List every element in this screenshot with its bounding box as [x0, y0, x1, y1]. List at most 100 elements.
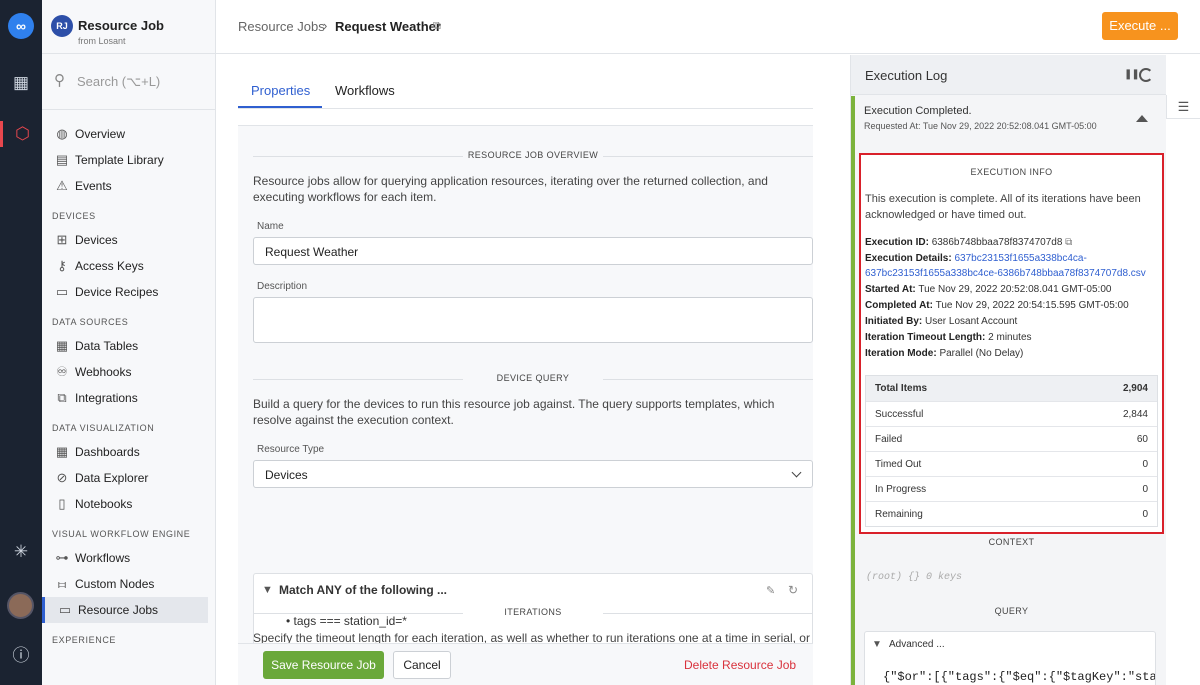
execution-log-panel: Execution Log ❚❚ Execution Completed. Re… [850, 55, 1166, 685]
tab-bar: Properties Workflows [238, 75, 813, 109]
section-title-overview: RESOURCE JOB OVERVIEW [253, 150, 813, 164]
tab-workflows[interactable]: Workflows [335, 83, 395, 98]
list-toggle-icon[interactable]: ☰ [1166, 95, 1200, 119]
advanced-query-code: {"$or":[{"tags":{"$eq":{"$tagKey":"stat [883, 670, 1156, 684]
search-bar[interactable]: ⚲ Search (⌥+L) [42, 54, 215, 110]
edit-icon[interactable]: ✎ [766, 584, 775, 597]
sidebar-item-webhooks[interactable]: ♾ Webhooks [42, 359, 216, 385]
stat-label: Total Items [875, 383, 928, 394]
sidebar: RJ Resource Job from Losant ⚲ Search (⌥+… [42, 0, 216, 685]
main-content: Properties Workflows RESOURCE JOB OVERVI… [216, 55, 850, 685]
breadcrumb-separator: › [323, 18, 328, 33]
sidebar-item-data-tables[interactable]: ▦ Data Tables [42, 333, 216, 359]
delete-button[interactable]: Delete Resource Job [684, 658, 796, 672]
key-icon: ⚷ [57, 258, 67, 273]
stat-label: Timed Out [875, 459, 922, 470]
properties-form: RESOURCE JOB OVERVIEW Resource jobs allo… [238, 125, 813, 685]
table-row: Remaining 0 [866, 501, 1157, 526]
filter-icon: ▼ [262, 584, 273, 596]
cancel-button[interactable]: Cancel [393, 651, 451, 679]
log-entry-title: Execution Completed. [864, 105, 972, 117]
network-icon[interactable]: ✳ [0, 539, 42, 565]
sidebar-item-dashboards[interactable]: ▦ Dashboards [42, 439, 216, 465]
execution-id-value: 6386b748bbaa78f8374707d8 [931, 237, 1063, 248]
sidebar-item-devices[interactable]: ⊞ Devices [42, 227, 216, 253]
help-icon[interactable]: ⓘ [0, 643, 42, 669]
sidebar-item-overview[interactable]: ◍ Overview [42, 121, 216, 147]
completed-at-row: Completed At: Tue Nov 29, 2022 20:54:15.… [865, 298, 1162, 313]
execution-id-label: Execution ID: [865, 237, 929, 248]
sidebar-item-notebooks[interactable]: ▯ Notebooks [42, 491, 216, 517]
resource-type-select[interactable]: Devices [253, 460, 813, 488]
status-bar [851, 96, 855, 685]
section-heading-devices: DEVICES [52, 211, 96, 221]
initiated-by-value: User Losant Account [925, 316, 1018, 327]
table-row: Timed Out 0 [866, 451, 1157, 476]
sidebar-item-workflows[interactable]: ⊶ Workflows [42, 545, 216, 571]
save-button[interactable]: Save Resource Job [263, 651, 384, 679]
execution-info-title: EXECUTION INFO [970, 167, 1053, 177]
stat-value: 0 [1142, 459, 1148, 470]
sidebar-item-custom-nodes[interactable]: ⧦ Custom Nodes [42, 571, 216, 597]
page-title: Request Weather [335, 19, 441, 34]
timeout-value: 2 minutes [988, 332, 1032, 343]
execution-info-description: This execution is complete. All of its i… [865, 193, 1141, 221]
mode-label: Iteration Mode: [865, 348, 937, 359]
table-row: Failed 60 [866, 426, 1157, 451]
tab-properties[interactable]: Properties [251, 83, 310, 98]
started-at-value: Tue Nov 29, 2022 20:52:08.041 GMT-05:00 [918, 284, 1112, 295]
stat-label: In Progress [875, 484, 927, 495]
form-footer: Save Resource Job Cancel Delete Resource… [238, 643, 813, 685]
sidebar-item-access-keys[interactable]: ⚷ Access Keys [42, 253, 216, 279]
sidebar-item-events[interactable]: ⚠ Events [42, 173, 216, 199]
name-field[interactable]: Request Weather [253, 237, 813, 265]
advanced-query-box: ▼ Advanced ... {"$or":[{"tags":{"$eq":{"… [864, 631, 1156, 685]
stat-value: 2,904 [1122, 383, 1148, 394]
breadcrumb-parent[interactable]: Resource Jobs [238, 19, 325, 34]
webhook-icon: ♾ [56, 364, 68, 379]
sidebar-item-data-explorer[interactable]: ⊘ Data Explorer [42, 465, 216, 491]
section-title-device-query: DEVICE QUERY [253, 373, 813, 387]
notebook-icon: ▯ [58, 496, 66, 511]
collapse-caret-icon[interactable] [1136, 115, 1148, 122]
section-heading-experience: EXPERIENCE [52, 635, 117, 645]
overview-description: Resource jobs allow for querying applica… [253, 174, 768, 204]
initiated-by-row: Initiated By: User Losant Account [865, 314, 1162, 329]
pause-icon[interactable]: ❚❚ [1124, 69, 1140, 80]
loading-spinner-icon [1139, 68, 1153, 82]
app-badge: RJ [51, 15, 73, 37]
chip-icon: ⊞ [56, 232, 68, 247]
sidebar-item-template-library[interactable]: ▤ Template Library [42, 147, 216, 173]
avatar[interactable] [7, 592, 34, 619]
log-entry-header[interactable]: Execution Completed. Requested At: Tue N… [864, 105, 1154, 131]
sidebar-item-integrations[interactable]: ⧉ Integrations [42, 385, 216, 411]
execution-details-label: Execution Details: [865, 253, 952, 264]
application-header[interactable]: RJ Resource Job from Losant [42, 0, 215, 54]
execution-info-box: EXECUTION INFO This execution is complet… [859, 153, 1164, 534]
refresh-icon[interactable]: ↻ [788, 583, 798, 597]
search-input[interactable]: Search (⌥+L) [77, 74, 160, 90]
losant-logo-icon[interactable]: ∞ [8, 13, 34, 39]
app-name: Resource Job [78, 18, 164, 33]
copy-id-icon[interactable]: ⧉ [1065, 237, 1072, 248]
section-title-iterations: ITERATIONS [253, 607, 813, 621]
application-cube-icon[interactable]: ⬡ [0, 121, 42, 147]
execution-id-row: Execution ID: 6386b748bbaa78f8374707d8 ⧉ [865, 235, 1162, 250]
copy-icon[interactable]: ⧉ [433, 20, 441, 33]
execute-button[interactable]: Execute ... [1102, 12, 1178, 40]
description-field[interactable] [253, 297, 813, 343]
initiated-by-label: Initiated By: [865, 316, 923, 327]
active-tab-indicator [238, 106, 322, 108]
execution-log-title: Execution Log [865, 68, 948, 83]
mode-row: Iteration Mode: Parallel (No Delay) [865, 346, 1162, 361]
query-match-title: Match ANY of the following ... [279, 583, 447, 597]
timeout-row: Iteration Timeout Length: 2 minutes [865, 330, 1162, 345]
device-query-description: Build a query for the devices to run thi… [253, 397, 775, 427]
query-title: QUERY [994, 606, 1029, 616]
sidebar-item-resource-jobs[interactable]: ▭ Resource Jobs [42, 597, 208, 623]
advanced-query-title: Advanced ... [889, 639, 945, 650]
started-at-label: Started At: [865, 284, 916, 295]
dashboard-rail-icon[interactable]: ▦ [0, 70, 42, 96]
table-row: Total Items 2,904 [866, 376, 1157, 401]
sidebar-item-device-recipes[interactable]: ▭ Device Recipes [42, 279, 216, 305]
